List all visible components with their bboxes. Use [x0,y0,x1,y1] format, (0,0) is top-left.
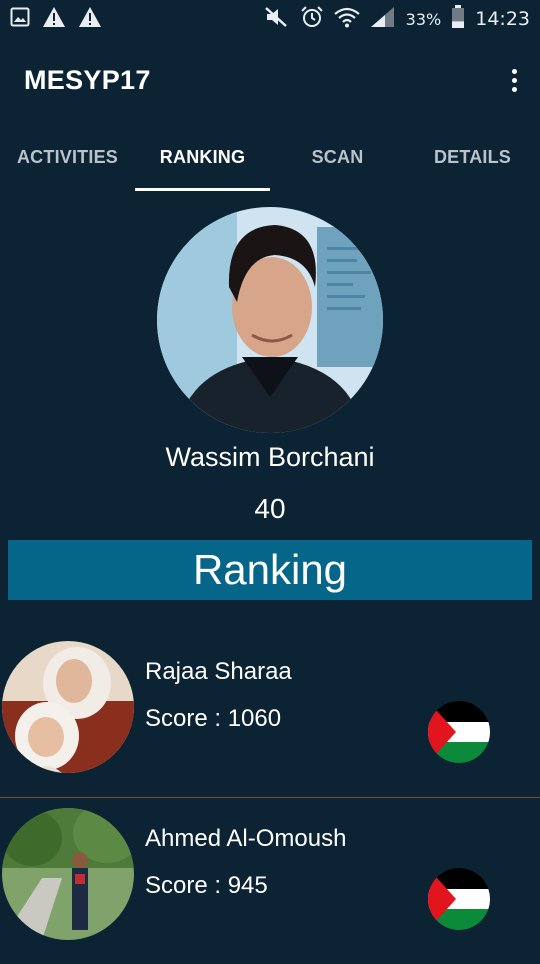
tab-activities[interactable]: ACTIVITIES [0,122,135,192]
ranking-list-item[interactable]: Ahmed Al-Omoush Score : 945 [0,798,540,964]
palestine-flag-icon [428,868,490,930]
tab-bar: ACTIVITIES RANKING SCAN DETAILS [0,122,540,192]
ranking-name: Rajaa Sharaa [145,658,292,685]
app-title: MESYP17 [24,64,151,95]
ranking-name: Ahmed Al-Omoush [145,825,347,852]
status-bar: 33% 14:23 [0,0,540,38]
overflow-menu-icon[interactable] [504,60,524,100]
tab-ranking[interactable]: RANKING [135,122,270,192]
profile-name: Wassim Borchani [165,442,375,472]
palestine-flag-icon [428,701,490,763]
signal-icon [370,6,396,32]
ranking-score: Score : 945 [145,872,268,899]
avatar [2,808,134,940]
ranking-header: Ranking [8,540,532,600]
tab-scan[interactable]: SCAN [270,122,405,192]
warning-icon [42,6,66,32]
profile-score: 40 [254,493,286,524]
alarm-icon [300,5,324,33]
wifi-icon [333,6,360,32]
avatar [2,641,134,773]
clock: 14:23 [475,8,530,30]
tab-details[interactable]: DETAILS [405,122,540,192]
ranking-score: Score : 1060 [145,705,282,732]
battery-icon [451,5,465,33]
ranking-list-item[interactable]: Rajaa Sharaa Score : 1060 [0,631,540,798]
status-bar-right: 33% 14:23 [264,5,530,33]
mute-icon [264,6,290,32]
profile-avatar [157,207,383,433]
app-bar: MESYP17 [0,38,540,122]
warning-icon [78,6,102,32]
battery-percent: 33% [405,9,442,29]
status-bar-left [10,6,102,32]
image-icon [10,7,30,31]
